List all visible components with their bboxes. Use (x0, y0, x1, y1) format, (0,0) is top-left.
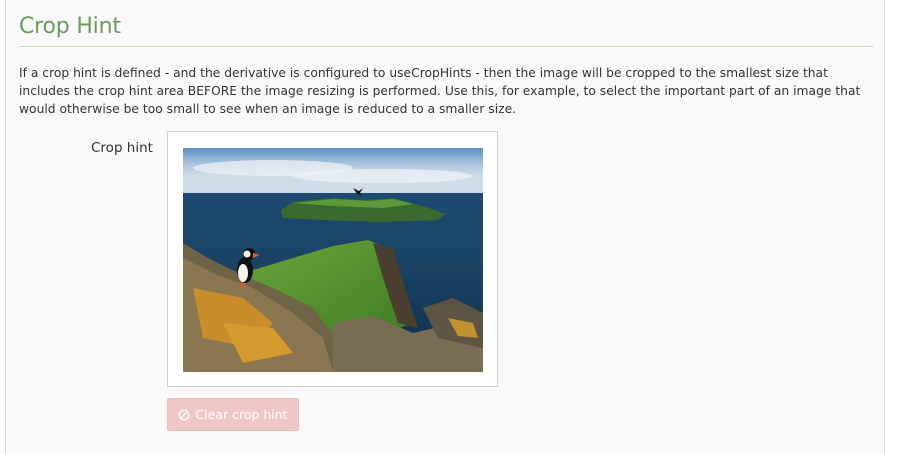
ban-icon (178, 408, 190, 421)
crop-hint-label: Crop hint (91, 140, 153, 156)
crop-hint-panel: Crop Hint If a crop hint is defined - an… (5, 0, 885, 453)
section-description: If a crop hint is defined - and the deri… (19, 66, 861, 116)
clear-crop-hint-label: Clear crop hint (195, 407, 288, 422)
crop-hint-image-frame[interactable] (167, 131, 498, 387)
section-title: Crop Hint (19, 14, 121, 39)
crop-hint-image[interactable] (183, 148, 483, 372)
title-divider (19, 46, 874, 47)
clear-crop-hint-button[interactable]: Clear crop hint (167, 398, 299, 431)
